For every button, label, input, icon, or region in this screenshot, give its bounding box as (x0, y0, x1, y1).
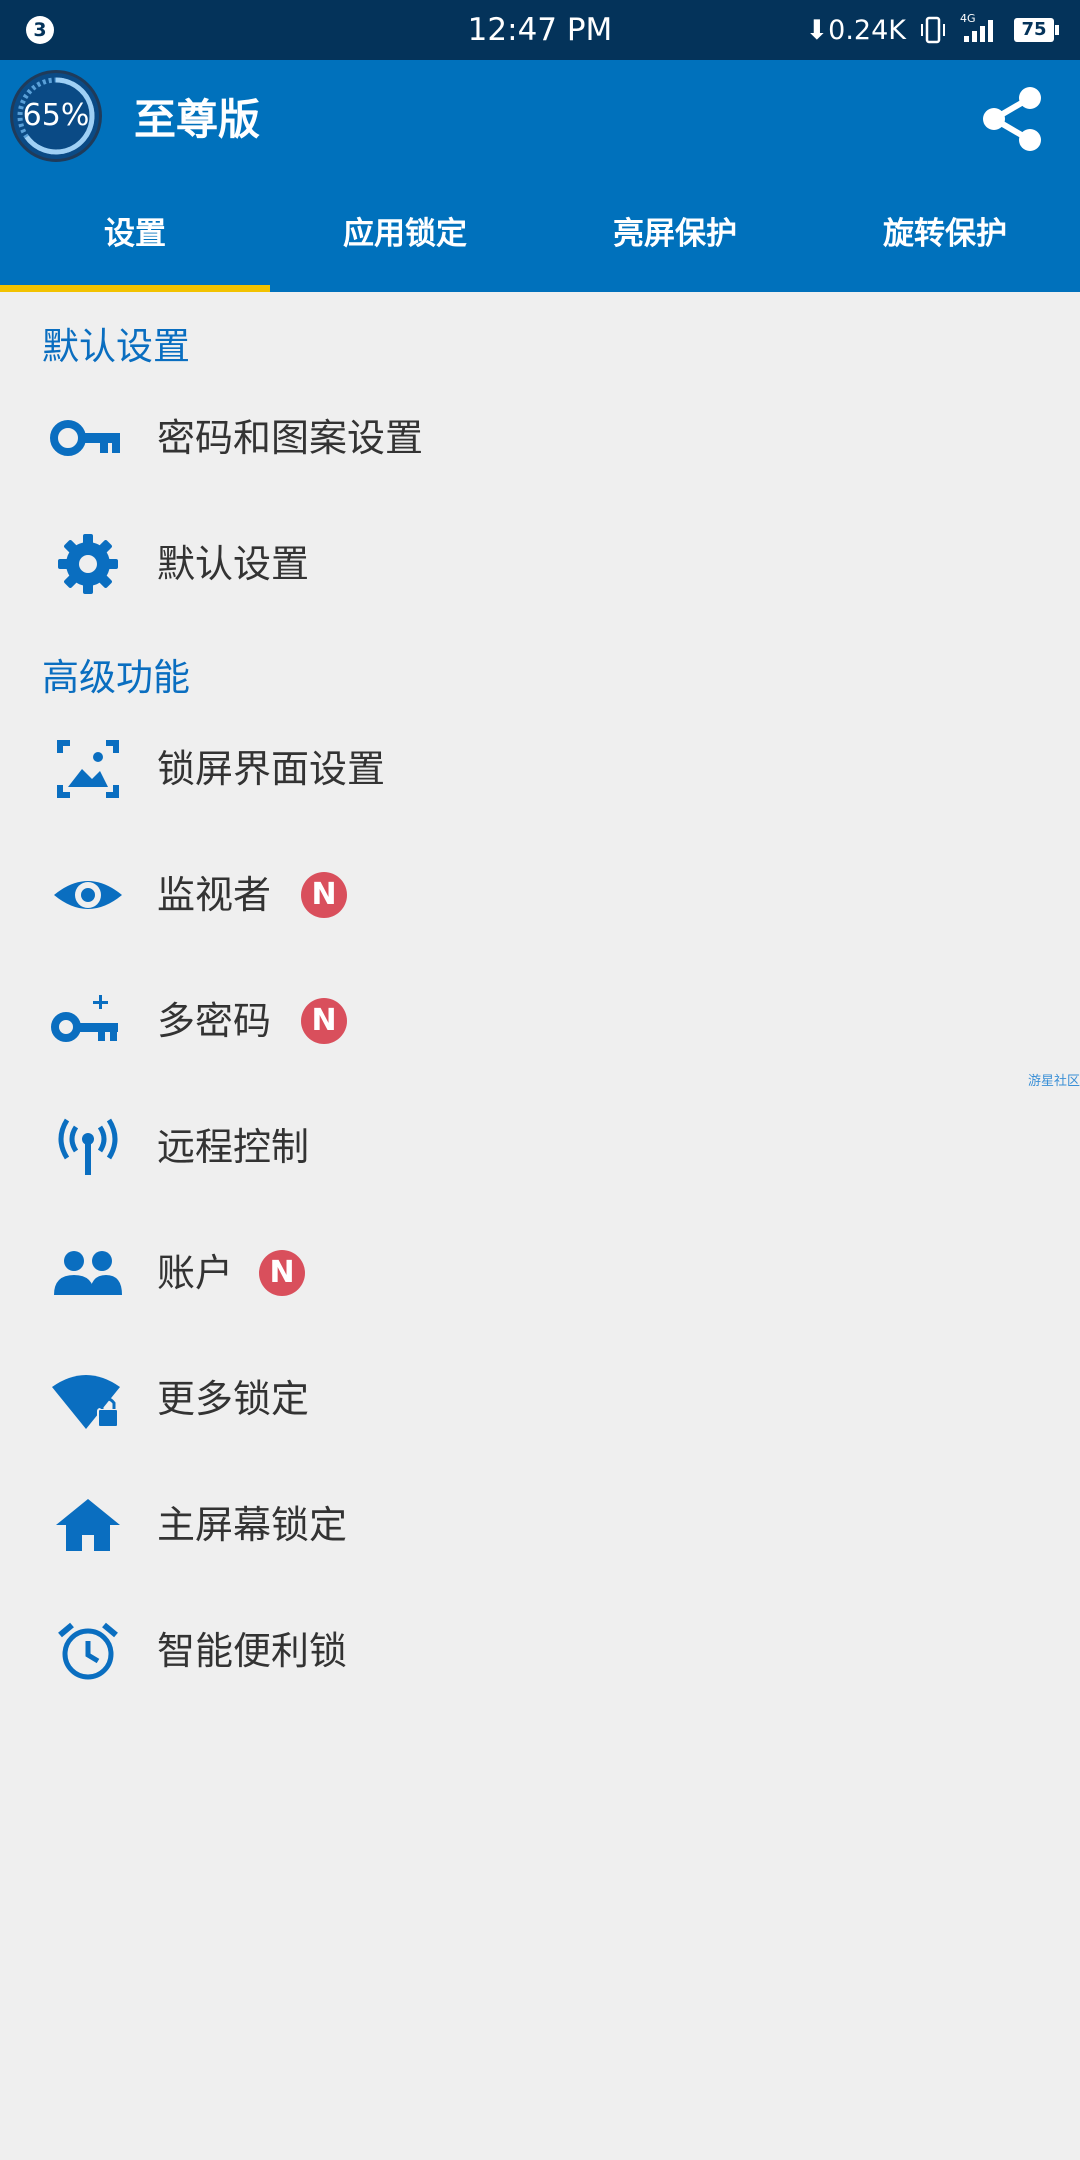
gauge-percent: 65% (22, 98, 90, 133)
menu-label: 账户 (157, 1251, 234, 1295)
boost-gauge[interactable]: 65% (10, 70, 102, 162)
wifi-lock-icon (52, 1375, 120, 1429)
menu-label: 更多锁定 (157, 1377, 310, 1421)
status-indicators: ⬇0.24K 4G 75 (805, 12, 1059, 48)
section-header-advanced-features: 高级功能 (42, 656, 190, 699)
menu-item-watcher[interactable]: 监视者 N (0, 840, 1080, 950)
battery-icon: 75 (1014, 18, 1059, 42)
tab-rotation-protect[interactable]: 旋转保护 (810, 176, 1080, 292)
menu-item-lockscreen-settings[interactable]: 锁屏界面设置 (0, 714, 1080, 824)
gear-icon (58, 534, 118, 594)
status-bar: 3 12:47 PM ⬇0.24K 4G 75 (0, 0, 1080, 60)
tab-settings[interactable]: 设置 (0, 176, 270, 292)
vibrate-icon (921, 16, 945, 44)
home-icon (56, 1499, 120, 1551)
menu-item-remote-control[interactable]: 远程控制 (0, 1092, 1080, 1202)
menu-label: 默认设置 (157, 542, 310, 586)
watermark: 游星社区 (1027, 1074, 1080, 1089)
battery-level: 75 (1021, 19, 1047, 40)
wallpaper-icon (57, 740, 119, 798)
menu-item-multi-password[interactable]: 多密码 N (0, 966, 1080, 1076)
people-icon (54, 1251, 122, 1295)
menu-label: 主屏幕锁定 (157, 1503, 348, 1547)
alarm-icon (58, 1622, 118, 1680)
menu-item-smart-lock[interactable]: 智能便利锁 (0, 1596, 1080, 1706)
menu-label: 多密码 (157, 999, 272, 1043)
menu-label: 密码和图案设置 (157, 416, 424, 460)
menu-item-home-screen-lock[interactable]: 主屏幕锁定 (0, 1470, 1080, 1580)
eye-icon (54, 881, 122, 909)
new-badge: N (301, 872, 347, 918)
share-icon (983, 87, 1041, 151)
menu-item-password-pattern[interactable]: 密码和图案设置 (0, 383, 1080, 493)
menu-item-account[interactable]: 账户 N (0, 1218, 1080, 1328)
section-header-default-settings: 默认设置 (42, 325, 190, 368)
antenna-icon (58, 1118, 118, 1175)
new-badge: N (301, 998, 347, 1044)
menu-item-default-settings[interactable]: 默认设置 (0, 509, 1080, 619)
menu-label: 监视者 (157, 873, 272, 917)
share-button[interactable] (980, 84, 1046, 154)
net-speed: ⬇0.24K (805, 14, 906, 46)
tab-screen-on-protect[interactable]: 亮屏保护 (540, 176, 810, 292)
menu-label: 智能便利锁 (157, 1629, 348, 1673)
key-plus-icon (51, 995, 118, 1042)
app-bar: 65% 至尊版 设置 应用锁定 亮屏保护 旋转保护 (0, 60, 1080, 292)
menu-label: 锁屏界面设置 (157, 747, 386, 791)
signal-icon: 4G (960, 12, 1000, 44)
app-title: 至尊版 (134, 95, 261, 144)
new-badge: N (259, 1250, 305, 1296)
tab-bar: 设置 应用锁定 亮屏保护 旋转保护 (0, 176, 1080, 292)
tab-app-lock[interactable]: 应用锁定 (270, 176, 540, 292)
menu-item-more-locks[interactable]: 更多锁定 (0, 1344, 1080, 1454)
key-icon (50, 420, 120, 456)
menu-label: 远程控制 (157, 1125, 310, 1169)
